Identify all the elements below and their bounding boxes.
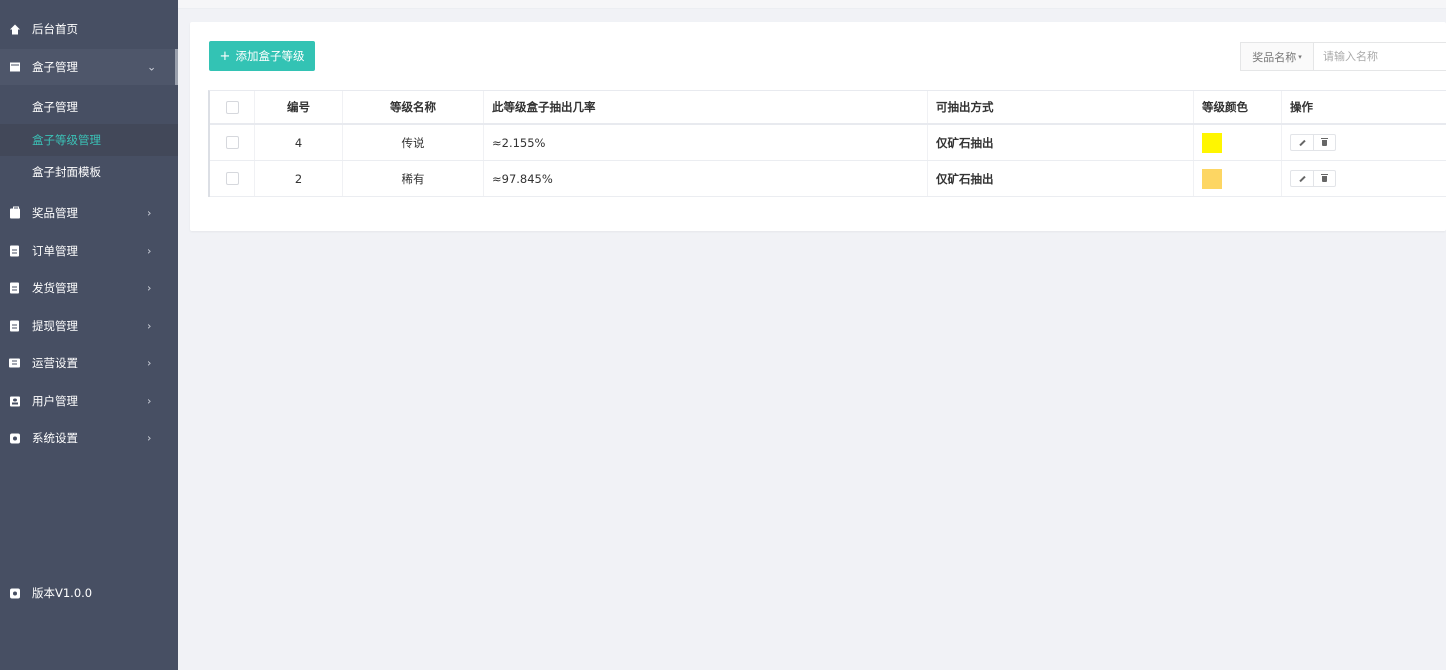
sidebar-item-dashboard[interactable]: 后台首页 bbox=[0, 11, 178, 47]
chevron-right-icon: › bbox=[147, 356, 152, 370]
sidebar-subitem-box-levels[interactable]: 盒子等级管理 bbox=[0, 124, 178, 156]
sidebar-item-box-management[interactable]: 盒子管理 ⌄ bbox=[0, 49, 178, 85]
sidebar-item-label: 系统设置 bbox=[32, 431, 78, 445]
chevron-right-icon: › bbox=[147, 206, 152, 220]
edit-button[interactable] bbox=[1291, 135, 1313, 150]
sidebar-item-label: 盒子管理 bbox=[32, 60, 78, 74]
chevron-right-icon: › bbox=[147, 244, 152, 258]
action-group bbox=[1290, 134, 1336, 151]
sidebar-item-orders[interactable]: 订单管理 › bbox=[0, 233, 178, 269]
sidebar-item-label: 奖品管理 bbox=[32, 206, 78, 220]
pencil-icon bbox=[1298, 175, 1306, 182]
header-checkbox-cell bbox=[210, 91, 255, 123]
color-swatch bbox=[1202, 132, 1222, 153]
search-field-select[interactable]: 奖品名称 ▾ bbox=[1241, 43, 1314, 70]
archive-icon bbox=[9, 62, 20, 73]
row-checkbox-cell bbox=[210, 125, 255, 160]
cell-name: 传说 bbox=[343, 125, 484, 160]
chevron-right-icon: › bbox=[147, 281, 152, 295]
sidebar-item-label: 订单管理 bbox=[32, 244, 78, 258]
cell-method: 仅矿石抽出 bbox=[928, 125, 1194, 160]
chevron-right-icon: › bbox=[147, 394, 152, 408]
chevron-right-icon: › bbox=[147, 431, 152, 445]
gear-icon bbox=[9, 433, 20, 444]
row-checkbox-cell bbox=[210, 161, 255, 196]
search-input[interactable] bbox=[1315, 43, 1446, 70]
chevron-right-icon: › bbox=[147, 319, 152, 333]
cell-color bbox=[1194, 125, 1282, 160]
cell-name: 稀有 bbox=[343, 161, 484, 196]
sidebar-item-label: 用户管理 bbox=[32, 394, 78, 408]
box-level-table: 编号 等级名称 此等级盒子抽出几率 可抽出方式 等级颜色 操作 4 传说 ≈2.… bbox=[208, 90, 1446, 197]
sidebar-item-label: 后台首页 bbox=[32, 22, 78, 36]
sidebar-item-withdrawals[interactable]: 提现管理 › bbox=[0, 308, 178, 344]
sidebar-item-operations[interactable]: 运营设置 › bbox=[0, 345, 178, 381]
delete-button[interactable] bbox=[1313, 171, 1335, 186]
sidebar-subitem-box-list[interactable]: 盒子管理 bbox=[0, 91, 178, 123]
search-group: 奖品名称 ▾ bbox=[1240, 42, 1446, 71]
cell-id: 2 bbox=[255, 161, 343, 196]
cell-id: 4 bbox=[255, 125, 343, 160]
sidebar-subitem-label: 盒子等级管理 bbox=[32, 133, 101, 147]
plus-icon: + bbox=[219, 48, 231, 64]
add-button-label: 添加盒子等级 bbox=[235, 49, 305, 63]
cell-actions bbox=[1282, 125, 1446, 160]
trash-icon bbox=[1321, 137, 1328, 146]
top-strip bbox=[178, 0, 1446, 9]
user-icon bbox=[9, 396, 20, 407]
row-checkbox[interactable] bbox=[225, 136, 239, 149]
cell-method: 仅矿石抽出 bbox=[928, 161, 1194, 196]
edit-button[interactable] bbox=[1291, 171, 1313, 186]
sidebar-item-users[interactable]: 用户管理 › bbox=[0, 383, 178, 419]
version-label: 版本V1.0.0 bbox=[32, 586, 93, 600]
version-info: 版本V1.0.0 bbox=[0, 575, 178, 611]
sidebar: 后台首页 盒子管理 ⌄ 盒子管理 盒子等级管理 盒子封面模板 奖品管理 › 订单… bbox=[0, 0, 178, 670]
delete-button[interactable] bbox=[1313, 135, 1335, 150]
cell-color bbox=[1194, 161, 1282, 196]
table-row: 4 传说 ≈2.155% 仅矿石抽出 bbox=[210, 125, 1446, 161]
sidebar-item-settings[interactable]: 系统设置 › bbox=[0, 420, 178, 456]
gear-icon bbox=[9, 588, 20, 599]
column-header-id: 编号 bbox=[255, 91, 343, 123]
column-header-color: 等级颜色 bbox=[1194, 91, 1282, 123]
sidebar-subitem-cover-templates[interactable]: 盒子封面模板 bbox=[0, 156, 178, 188]
table-row: 2 稀有 ≈97.845% 仅矿石抽出 bbox=[210, 161, 1446, 197]
sidebar-item-shipping[interactable]: 发货管理 › bbox=[0, 270, 178, 306]
color-swatch bbox=[1202, 168, 1222, 189]
chevron-down-icon: ⌄ bbox=[147, 60, 157, 74]
column-header-name: 等级名称 bbox=[343, 91, 484, 123]
cell-actions bbox=[1282, 161, 1446, 196]
clipboard-icon bbox=[9, 282, 20, 294]
sidebar-subitem-label: 盒子管理 bbox=[32, 100, 78, 114]
pencil-icon bbox=[1298, 139, 1306, 146]
gift-icon bbox=[9, 206, 20, 219]
sidebar-item-label: 提现管理 bbox=[32, 319, 78, 333]
trash-icon bbox=[1321, 173, 1328, 182]
clipboard-icon bbox=[9, 320, 20, 332]
sidebar-item-prizes[interactable]: 奖品管理 › bbox=[0, 195, 178, 231]
search-select-label: 奖品名称 bbox=[1252, 50, 1297, 64]
select-all-checkbox[interactable] bbox=[225, 100, 239, 114]
action-group bbox=[1290, 170, 1336, 187]
sidebar-item-label: 发货管理 bbox=[32, 281, 78, 295]
add-box-level-button[interactable]: + 添加盒子等级 bbox=[209, 41, 315, 71]
sidebar-item-label: 运营设置 bbox=[32, 356, 78, 370]
column-header-method: 可抽出方式 bbox=[928, 91, 1194, 123]
cell-rate: ≈2.155% bbox=[484, 125, 928, 160]
caret-down-icon: ▾ bbox=[1298, 52, 1302, 61]
column-header-actions: 操作 bbox=[1290, 100, 1313, 114]
home-icon bbox=[9, 24, 20, 35]
sidebar-subitem-label: 盒子封面模板 bbox=[32, 165, 101, 179]
clipboard-icon bbox=[9, 245, 20, 257]
row-checkbox[interactable] bbox=[225, 172, 239, 185]
table-header-row: 编号 等级名称 此等级盒子抽出几率 可抽出方式 等级颜色 操作 bbox=[210, 91, 1446, 125]
cell-rate: ≈97.845% bbox=[484, 161, 928, 196]
chat-icon bbox=[9, 358, 20, 369]
column-header-rate: 此等级盒子抽出几率 bbox=[484, 91, 928, 123]
